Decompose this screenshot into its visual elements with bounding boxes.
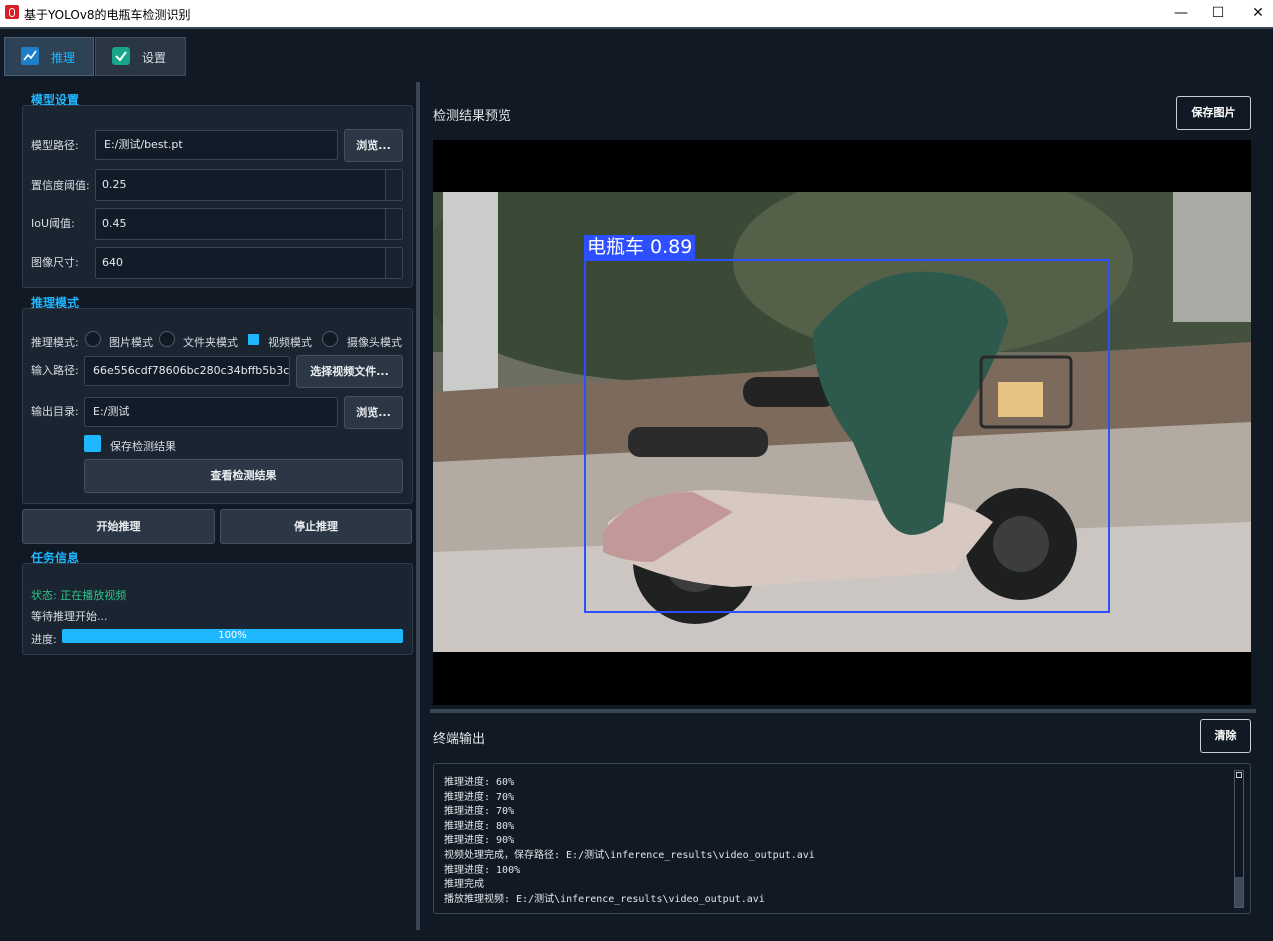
- output-browse-button[interactable]: 浏览...: [344, 396, 403, 429]
- start-inference-button[interactable]: 开始推理: [22, 509, 215, 544]
- terminal-output[interactable]: 推理进度: 60% 推理进度: 70% 推理进度: 70% 推理进度: 80% …: [433, 763, 1251, 914]
- save-results-label: 保存检测结果: [110, 440, 176, 453]
- save-results-checkbox[interactable]: [84, 435, 101, 452]
- terminal-line: 推理进度: 80%: [444, 821, 515, 832]
- terminal-line: 推理进度: 90%: [444, 835, 515, 846]
- vertical-splitter[interactable]: [416, 82, 420, 930]
- select-video-button[interactable]: 选择视频文件...: [296, 355, 403, 388]
- terminal-line: 推理进度: 100%: [444, 865, 521, 876]
- terminal-line: 推理完成: [444, 879, 484, 890]
- terminal-title: 终端输出: [433, 732, 486, 747]
- detection-preview: 电瓶车 0.89: [433, 140, 1251, 705]
- app-logo-icon: [5, 5, 19, 19]
- tab-settings-label: 设置: [142, 51, 167, 65]
- status-text: 状态: 正在播放视频: [31, 589, 127, 602]
- iou-spinbox[interactable]: 0.45: [95, 208, 403, 240]
- radio-video-mode[interactable]: [248, 334, 259, 345]
- terminal-line: 推理进度: 70%: [444, 806, 515, 817]
- image-mode-label: 图片模式: [109, 336, 153, 349]
- image-size-spinbox[interactable]: 640: [95, 247, 403, 279]
- video-mode-label: 视频模式: [268, 336, 312, 349]
- radio-camera-mode[interactable]: [322, 331, 338, 347]
- clear-button[interactable]: 清除: [1200, 719, 1251, 753]
- tab-settings[interactable]: 设置: [95, 37, 186, 76]
- terminal-line: 播放推理视频: E:/测试\inference_results\video_ou…: [444, 894, 765, 905]
- image-size-stepper[interactable]: [385, 248, 402, 278]
- model-path-label: 模型路径:: [31, 139, 79, 152]
- confidence-stepper[interactable]: [385, 170, 402, 200]
- confidence-label: 置信度阈值:: [31, 179, 90, 192]
- folder-mode-label: 文件夹模式: [183, 336, 238, 349]
- camera-mode-label: 摄像头模式: [347, 336, 402, 349]
- input-path-input[interactable]: 66e556cdf78606bc280c34bffb5b3c.mp4: [84, 356, 290, 386]
- iou-value: 0.45: [102, 217, 127, 230]
- task-message: 等待推理开始...: [31, 610, 108, 623]
- stop-inference-button[interactable]: 停止推理: [220, 509, 412, 544]
- radio-image-mode[interactable]: [85, 331, 101, 347]
- terminal-scrollbar[interactable]: [1234, 770, 1244, 908]
- save-image-button[interactable]: 保存图片: [1176, 96, 1251, 130]
- close-button[interactable]: ✕: [1235, 0, 1273, 27]
- detection-label: 电瓶车 0.89: [584, 235, 696, 259]
- model-browse-button[interactable]: 浏览...: [344, 129, 403, 162]
- preview-image: 电瓶车 0.89: [433, 192, 1251, 652]
- horizontal-splitter[interactable]: [430, 709, 1256, 713]
- confidence-spinbox[interactable]: 0.25: [95, 169, 403, 201]
- preview-title: 检测结果预览: [433, 109, 512, 124]
- image-size-value: 640: [102, 256, 123, 269]
- terminal-line: 推理进度: 60%: [444, 777, 515, 788]
- tab-inference[interactable]: 推理: [4, 37, 94, 76]
- window-title: 基于YOLOv8的电瓶车检测识别: [24, 8, 191, 22]
- scroll-up-icon[interactable]: [1236, 772, 1242, 778]
- check-shield-icon: [112, 47, 130, 65]
- mode-label: 推理模式:: [31, 336, 79, 349]
- terminal-line: 推理进度: 70%: [444, 792, 515, 803]
- progress-label: 进度:: [31, 633, 57, 646]
- iou-label: IoU阈值:: [31, 217, 75, 230]
- tab-inference-label: 推理: [51, 51, 76, 65]
- image-size-label: 图像尺寸:: [31, 256, 79, 269]
- input-path-label: 输入路径:: [31, 364, 79, 377]
- iou-stepper[interactable]: [385, 209, 402, 239]
- output-dir-input[interactable]: E:/测试: [84, 397, 338, 427]
- scrollbar-thumb[interactable]: [1235, 877, 1243, 907]
- tab-bar: 推理 设置: [0, 27, 1273, 77]
- terminal-line: 视频处理完成，保存路径: E:/测试\inference_results\vid…: [444, 850, 815, 861]
- chart-line-icon: [21, 47, 39, 65]
- progress-bar: 100%: [62, 629, 403, 643]
- confidence-value: 0.25: [102, 178, 127, 191]
- radio-folder-mode[interactable]: [159, 331, 175, 347]
- view-results-button[interactable]: 查看检测结果: [84, 459, 403, 493]
- model-path-input[interactable]: E:/测试/best.pt: [95, 130, 338, 160]
- output-dir-label: 输出目录:: [31, 405, 79, 418]
- detection-box: [584, 259, 1110, 613]
- progress-track: 100%: [62, 629, 403, 643]
- title-bar: 基于YOLOv8的电瓶车检测识别 — ☐ ✕: [0, 0, 1273, 27]
